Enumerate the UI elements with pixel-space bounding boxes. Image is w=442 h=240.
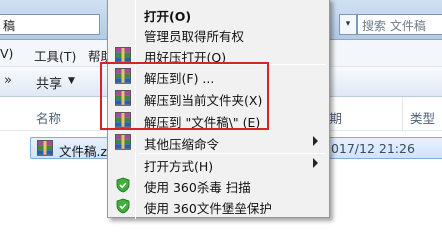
column-header-name[interactable]: 名称 [36, 108, 61, 127]
menu-tools[interactable]: 工具(T) [34, 46, 76, 65]
file-modified: 2017/12 21:26 [323, 141, 415, 156]
context-menu-label: 使用 360杀毒 扫描 [144, 180, 251, 195]
context-menu-label: 解压到(F) ... [144, 71, 215, 86]
address-dropdown-button[interactable]: ▾ [339, 14, 357, 35]
archive-icon [115, 90, 131, 106]
archive-icon [115, 112, 131, 128]
address-text: 稿 [3, 19, 16, 33]
archive-icon [115, 47, 131, 63]
toolbar-overflow-button[interactable]: » [4, 73, 12, 88]
share-dropdown-icon[interactable]: ▼ [68, 76, 75, 86]
submenu-arrow-icon [313, 136, 318, 146]
address-bar[interactable]: 稿 [0, 14, 100, 35]
archive-icon [115, 134, 131, 150]
menu-open-with-haozip[interactable]: 用好压打开(Q) [108, 44, 329, 66]
context-menu-label: 其他压缩命令 [144, 137, 220, 152]
submenu-arrow-icon [313, 158, 318, 168]
menu-extract-to-folder[interactable]: 解压到 "文件稿\" (E) [108, 109, 329, 131]
column-divider[interactable] [402, 97, 403, 131]
menu-open-with[interactable]: 打开方式(H) [108, 153, 329, 175]
archive-icon [37, 140, 53, 156]
menu-extract-here[interactable]: 解压到当前文件夹(X) [108, 87, 329, 109]
context-menu-label: 打开方式(H) [144, 159, 214, 174]
menu-take-ownership[interactable]: 管理员取得所有权 [108, 23, 329, 45]
menu-separator [138, 64, 326, 65]
context-menu-label: 使用 360文件堡垒保护 [144, 201, 272, 216]
share-button[interactable]: 共享 [36, 73, 62, 92]
menu-protect-360[interactable]: 使用 360文件堡垒保护 [108, 195, 329, 217]
search-input[interactable]: 搜索 文件稿 [357, 14, 442, 35]
search-placeholder: 搜索 文件稿 [362, 19, 426, 33]
menu-open[interactable]: 打开(O) [108, 3, 329, 25]
column-header-type[interactable]: 类型 [410, 108, 435, 127]
menu-extract-to[interactable]: 解压到(F) ... [108, 65, 329, 87]
shield-icon [116, 198, 130, 214]
menu-view[interactable]: V) [0, 46, 13, 61]
context-menu: 打开(O) 管理员取得所有权 用好压打开(Q) 解压到(F) ... 解压到当前文件夹(… [107, 0, 330, 219]
shield-icon [116, 177, 130, 193]
context-menu-label: 解压到 "文件稿\" (E) [144, 115, 261, 130]
chevron-down-icon: ▾ [345, 19, 351, 29]
archive-icon [115, 68, 131, 84]
context-menu-label: 解压到当前文件夹(X) [144, 93, 263, 108]
menu-scan-360[interactable]: 使用 360杀毒 扫描 [108, 174, 329, 196]
context-menu-label: 管理员取得所有权 [144, 29, 245, 44]
menu-separator [138, 153, 326, 154]
menu-more-compress[interactable]: 其他压缩命令 [108, 131, 329, 153]
